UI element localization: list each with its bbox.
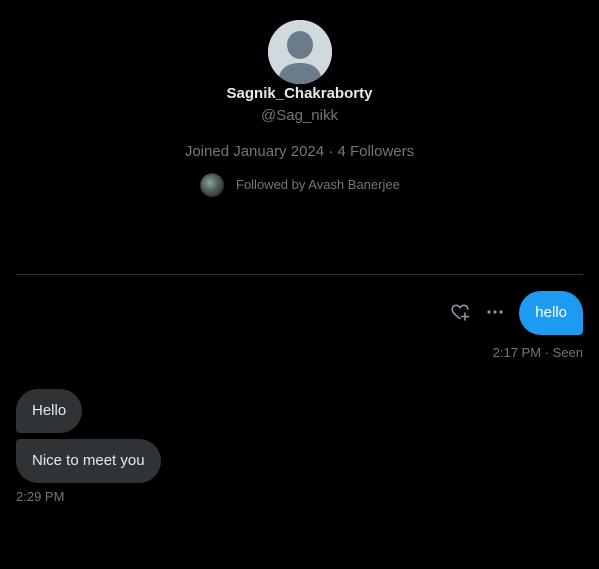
joined-date: Joined January 2024 [184, 143, 325, 160]
heart-plus-icon[interactable] [450, 302, 470, 322]
profile-display-name[interactable]: Sagnik_Chakraborty [0, 85, 599, 103]
follower-avatar [200, 173, 224, 197]
received-message-bubble[interactable]: Hello [16, 389, 83, 433]
meta-separator: · [324, 143, 338, 160]
followers-count[interactable]: 4 Followers [337, 143, 414, 160]
received-message-bubble[interactable]: Nice to meet you [16, 439, 161, 483]
default-avatar-icon [268, 20, 332, 84]
sent-message-bubble[interactable]: hello [519, 291, 583, 335]
profile-avatar[interactable] [268, 20, 332, 84]
profile-meta: Joined January 2024 · 4 Followers [0, 143, 599, 161]
message-actions [450, 302, 505, 322]
followed-by-text: Followed by Avash Banerjee [236, 177, 400, 192]
status-separator: · [541, 345, 553, 360]
received-message-time: 2:29 PM [16, 489, 65, 504]
more-horizontal-icon[interactable] [485, 302, 505, 322]
profile-handle: @Sag_nikk [261, 107, 338, 124]
section-divider [16, 274, 583, 275]
sent-message-status: 2:17 PM · Seen [493, 345, 583, 361]
seen-status: Seen [552, 345, 583, 360]
followed-by-row[interactable]: Followed by Avash Banerjee [200, 173, 400, 197]
sent-message-time: 2:17 PM [492, 345, 542, 360]
